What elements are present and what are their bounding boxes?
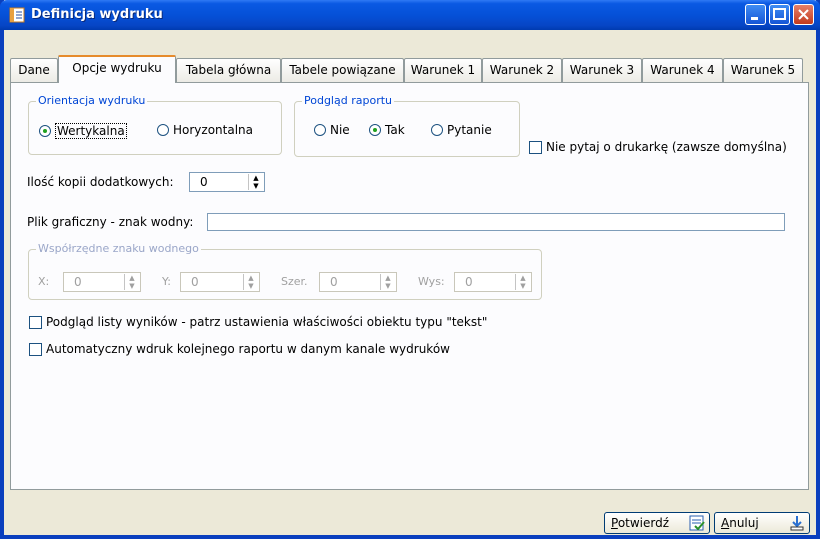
confirm-accelerator: P xyxy=(611,516,618,530)
coord-width-spinner[interactable]: 0 ▲ ▼ xyxy=(319,272,397,292)
minimize-button[interactable] xyxy=(745,4,766,25)
preview-legend: Podgląd raportu xyxy=(302,94,394,107)
list-preview-checkbox[interactable]: Podgląd listy wyników - patrz ustawienia… xyxy=(29,315,487,329)
cancel-accelerator: A xyxy=(721,516,730,530)
auto-print-checkbox[interactable]: Automatyczny wdruk kolejnego raportu w d… xyxy=(29,342,450,356)
radio-nie-label: Nie xyxy=(330,123,350,137)
radio-unselected-icon xyxy=(314,124,326,136)
checkbox-icon xyxy=(529,140,542,154)
report-definition-icon xyxy=(9,7,25,23)
coord-x-spinner[interactable]: 0 ▲ ▼ xyxy=(63,272,141,292)
confirm-button[interactable]: Potwierdź xyxy=(604,512,710,534)
watermark-file-input[interactable] xyxy=(207,213,785,231)
button-bar: Potwierdź Anuluj xyxy=(4,494,816,535)
radio-wertykalna-label: Wertykalna xyxy=(55,123,127,139)
radio-horyzontalna-label: Horyzontalna xyxy=(173,123,253,137)
tab-warunek-1[interactable]: Warunek 1 xyxy=(404,58,482,82)
coords-legend: Współrzędne znaku wodnego xyxy=(36,242,201,255)
checkbox-icon xyxy=(29,342,42,356)
tab-warunek-3[interactable]: Warunek 3 xyxy=(562,58,642,82)
no-printer-prompt-label: Nie pytaj o drukarkę (zawsze domyślna) xyxy=(546,140,787,154)
coord-height-value: 0 xyxy=(465,275,473,289)
preview-group: Podgląd raportu Nie Tak Pytanie xyxy=(294,94,520,157)
close-button[interactable] xyxy=(793,4,814,25)
radio-unselected-icon xyxy=(157,124,169,136)
spinner-arrows-icon[interactable]: ▲ ▼ xyxy=(380,274,395,290)
watermark-coords-group: Współrzędne znaku wodnego X: 0 ▲ ▼ Y: 0 ▲… xyxy=(28,242,542,300)
cancel-icon xyxy=(790,516,804,531)
close-icon xyxy=(798,9,809,20)
maximize-icon xyxy=(773,8,786,20)
copies-label: Ilość kopii dodatkowych: xyxy=(27,175,174,189)
options-panel: Orientacja wydruku Wertykalna Horyzontal… xyxy=(10,82,809,490)
tab-tabela-glowna[interactable]: Tabela główna xyxy=(176,58,281,82)
cancel-button[interactable]: Anuluj xyxy=(714,512,810,534)
spinner-arrows-icon[interactable]: ▲ ▼ xyxy=(248,174,263,190)
watermark-label: Plik graficzny - znak wodny: xyxy=(27,215,194,229)
cancel-label: nuluj xyxy=(729,516,759,530)
radio-horyzontalna[interactable]: Horyzontalna xyxy=(157,123,253,137)
tab-warunek-4[interactable]: Warunek 4 xyxy=(642,58,723,82)
radio-wertykalna[interactable]: Wertykalna xyxy=(39,123,127,139)
spinner-arrows-icon[interactable]: ▲ ▼ xyxy=(515,274,530,290)
copies-spinner[interactable]: 0 ▲ ▼ xyxy=(189,172,265,192)
radio-selected-icon xyxy=(39,125,51,137)
radio-pytanie-label: Pytanie xyxy=(447,123,492,137)
coord-y-label: Y: xyxy=(162,275,171,288)
radio-pytanie[interactable]: Pytanie xyxy=(431,123,492,137)
orientation-legend: Orientacja wydruku xyxy=(36,94,148,107)
orientation-group: Orientacja wydruku Wertykalna Horyzontal… xyxy=(28,94,282,155)
tab-dane[interactable]: Dane xyxy=(10,58,58,82)
radio-selected-icon xyxy=(369,124,381,136)
confirm-label: otwierdź xyxy=(617,516,670,530)
window-title: Definicja wydruku xyxy=(31,7,163,22)
coord-x-label: X: xyxy=(38,275,50,288)
checkbox-icon xyxy=(29,315,42,329)
coord-height-label: Wys: xyxy=(418,275,445,288)
coord-width-value: 0 xyxy=(330,275,338,289)
tab-warunek-5[interactable]: Warunek 5 xyxy=(723,58,803,82)
copies-value: 0 xyxy=(200,175,208,189)
coord-height-spinner[interactable]: 0 ▲ ▼ xyxy=(454,272,532,292)
list-preview-label: Podgląd listy wyników - patrz ustawienia… xyxy=(46,315,488,329)
maximize-button[interactable] xyxy=(769,4,790,25)
radio-tak-label: Tak xyxy=(385,123,405,137)
confirm-icon xyxy=(689,515,705,531)
minimize-icon xyxy=(751,17,758,20)
tab-tabele-powiazane[interactable]: Tabele powiązane xyxy=(281,58,404,82)
tab-opcje-wydruku[interactable]: Opcje wydruku xyxy=(58,55,176,83)
coord-x-value: 0 xyxy=(74,275,82,289)
coord-y-spinner[interactable]: 0 ▲ ▼ xyxy=(180,272,260,292)
tab-warunek-2[interactable]: Warunek 2 xyxy=(482,58,562,82)
dialog-window: Definicja wydruku Dane Opcje wydruku Tab… xyxy=(0,0,820,539)
radio-unselected-icon xyxy=(431,124,443,136)
auto-print-label: Automatyczny wdruk kolejnego raportu w d… xyxy=(46,342,450,356)
no-printer-prompt-checkbox[interactable]: Nie pytaj o drukarkę (zawsze domyślna) xyxy=(529,140,787,154)
spinner-arrows-icon[interactable]: ▲ ▼ xyxy=(124,274,139,290)
coord-y-value: 0 xyxy=(191,275,199,289)
title-bar[interactable]: Definicja wydruku xyxy=(0,0,820,30)
radio-nie[interactable]: Nie xyxy=(314,123,350,137)
spinner-arrows-icon[interactable]: ▲ ▼ xyxy=(243,274,258,290)
radio-tak[interactable]: Tak xyxy=(369,123,405,137)
coord-width-label: Szer. xyxy=(281,275,308,288)
